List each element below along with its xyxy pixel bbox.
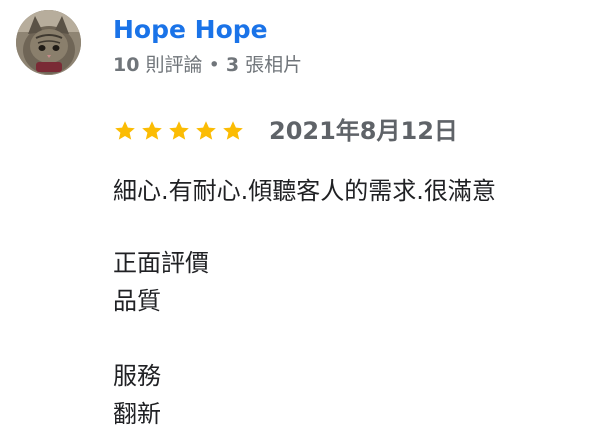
tag-group-service: 服務 翻新 bbox=[113, 357, 161, 433]
reviews-count: 10 bbox=[113, 54, 140, 76]
tag-group-value: 翻新 bbox=[113, 400, 161, 428]
tag-group-positive: 正面評價 品質 bbox=[113, 244, 209, 320]
tag-group-heading: 正面評價 bbox=[113, 249, 209, 277]
tag-group-heading: 服務 bbox=[113, 362, 161, 390]
meta-separator: • bbox=[208, 54, 220, 76]
cat-avatar-image bbox=[16, 10, 81, 75]
star-icon bbox=[142, 121, 162, 140]
star-rating bbox=[113, 119, 245, 143]
rating-row: 2021年8月12日 bbox=[113, 114, 458, 148]
star-icon bbox=[196, 121, 216, 140]
star-icon bbox=[223, 121, 243, 140]
reviewer-avatar[interactable] bbox=[16, 10, 81, 75]
review-text: 細心.有耐心.傾聽客人的需求.很滿意 bbox=[113, 177, 496, 205]
photos-label: 張相片 bbox=[245, 54, 303, 76]
photos-count: 3 bbox=[225, 54, 240, 76]
tag-group-value: 品質 bbox=[113, 287, 161, 315]
reviews-label: 則評論 bbox=[145, 54, 203, 76]
review-date: 2021年8月12日 bbox=[269, 117, 458, 145]
reviewer-meta[interactable]: 10 則評論 • 3 張相片 bbox=[113, 52, 302, 78]
star-icon bbox=[169, 121, 189, 140]
reviewer-name[interactable]: Hope Hope bbox=[113, 14, 268, 46]
star-icon bbox=[115, 121, 135, 140]
